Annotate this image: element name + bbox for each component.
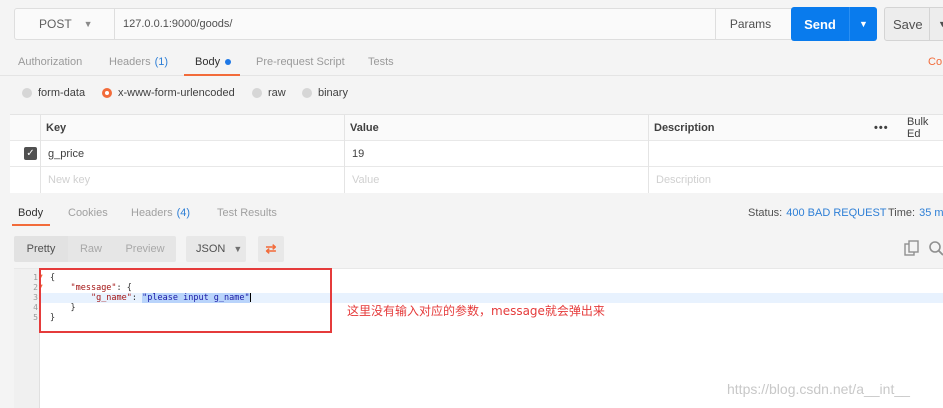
radio-binary[interactable]: binary [302,84,348,102]
tab-label: Headers [131,207,173,219]
status-label: Status: [748,207,783,219]
divider [344,115,345,193]
radio-selected-icon [102,88,112,98]
annotation-text: 这里没有输入对应的参数，message就会弹出来 [347,304,605,318]
headers-count: (1) [154,56,169,68]
save-label: Save [893,16,923,32]
line-number: 3 [33,293,38,302]
table-row-new: New key Value Description [10,167,943,193]
radio-icon [252,88,262,98]
table-row: ✓ g_price 19 [10,141,943,167]
radio-label: x-www-form-urlencoded [118,87,235,99]
new-value-input[interactable]: Value [352,167,379,193]
send-label: Send [804,16,836,32]
preview-button[interactable]: Preview [114,236,176,262]
radio-label: binary [318,87,348,99]
chevron-down-icon: ▼ [233,244,243,254]
wrap-lines-icon[interactable]: ⇄ [258,236,284,262]
tab-test-results[interactable]: Test Results [217,200,277,226]
headers-count: (4) [176,207,191,219]
method-label: POST [39,17,72,31]
tab-label: Authorization [18,56,83,68]
tab-response-cookies[interactable]: Cookies [68,200,108,226]
save-button[interactable]: Save ▼ [884,7,943,41]
time-value: 35 ms [919,207,943,219]
pretty-button[interactable]: Pretty [14,236,68,262]
radio-form-data[interactable]: form-data [22,84,85,102]
radio-label: form-data [38,87,86,99]
format-dropdown[interactable]: JSON ▼ [186,236,246,262]
time-readout: Time:35 ms [888,200,943,226]
request-tabs: Authorization Headers (1) Body Pre-reques… [0,48,943,76]
new-key-input[interactable]: New key [48,167,90,193]
line-number: 5 [33,313,38,322]
radio-urlencoded[interactable]: x-www-form-urlencoded [102,84,235,102]
line-number: 2 [33,283,38,292]
chevron-down-icon: ▼ [83,19,93,29]
divider [40,115,41,193]
annotation-highlight-box [39,268,332,333]
modified-dot-icon [225,59,232,65]
line-number: 1 [33,273,38,282]
status-readout: Status: 400 BAD REQUEST [748,200,887,226]
tab-label: Headers [109,56,151,68]
params-button[interactable]: Params [715,9,785,39]
radio-label: raw [268,87,286,99]
bulk-edit-link[interactable]: Bulk Ed [907,115,943,141]
radio-icon [302,88,312,98]
tab-label: Tests [368,56,394,68]
request-bar: POST ▼ 127.0.0.1:9000/goods/ Params [14,8,876,40]
more-options-icon[interactable]: ••• [874,115,889,141]
row-checkbox-checked-icon[interactable]: ✓ [24,147,37,160]
tab-headers[interactable]: Headers (1) [109,48,168,76]
column-header-description: Description [654,122,715,134]
status-value: 400 BAD REQUEST [786,207,887,219]
response-tabs: Body Cookies Headers (4) Test Results Sta… [0,200,943,226]
tab-authorization[interactable]: Authorization [18,48,82,76]
table-header-row: Key Value Description ••• Bulk Ed [10,115,943,141]
tab-label: Body [195,56,221,68]
radio-raw[interactable]: raw [252,84,286,102]
tab-tests[interactable]: Tests [368,48,394,76]
method-dropdown[interactable]: POST ▼ [15,9,115,39]
tab-prerequest-script[interactable]: Pre-request Script [256,48,345,76]
tab-response-headers[interactable]: Headers (4) [131,200,190,226]
tab-label: Pre-request Script [256,56,345,68]
tab-response-body[interactable]: Body [18,200,43,226]
send-button[interactable]: Send ▼ [791,7,877,41]
line-number-gutter: 1 2 3 4 5 ▼ ▼ [14,269,44,408]
tab-body[interactable]: Body [195,48,232,76]
watermark: https://blog.csdn.net/a__int__ [727,381,910,397]
chevron-down-icon[interactable]: ▼ [929,8,943,40]
copy-icon[interactable] [904,240,920,256]
divider [648,115,649,193]
search-icon[interactable] [928,240,943,256]
active-tab-indicator [12,224,50,226]
cookies-link[interactable]: Co [928,48,942,76]
chevron-down-icon[interactable]: ▼ [849,7,877,41]
column-header-key: Key [46,122,67,134]
format-label: JSON [196,243,226,255]
row-key[interactable]: g_price [48,141,84,167]
row-value[interactable]: 19 [352,141,364,167]
new-description-input[interactable]: Description [656,167,711,193]
line-number: 4 [33,303,38,312]
params-table: Key Value Description ••• Bulk Ed ✓ g_pr… [10,114,943,193]
url-input[interactable]: 127.0.0.1:9000/goods/ [123,9,232,39]
active-tab-indicator [184,74,240,76]
raw-button[interactable]: Raw [68,236,114,262]
time-label: Time: [888,207,916,219]
radio-icon [22,88,32,98]
column-header-value: Value [350,122,379,134]
